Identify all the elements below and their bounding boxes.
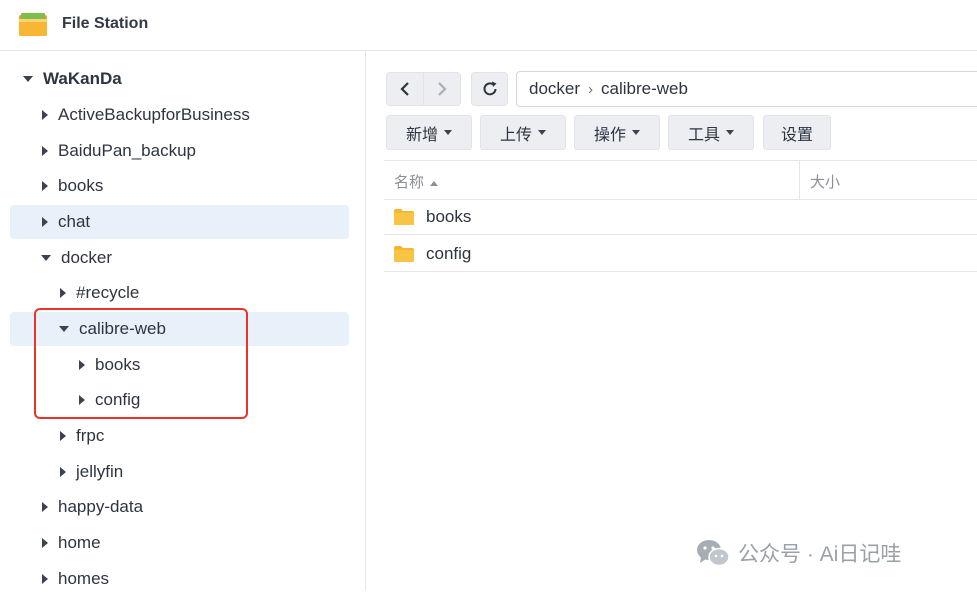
tree-item-jellyfin[interactable]: jellyfin <box>10 455 349 489</box>
caret-down-icon[interactable] <box>23 76 33 82</box>
title-bar: File Station <box>0 0 977 51</box>
upload-button[interactable]: 上传 <box>480 115 566 150</box>
caret-right-icon[interactable] <box>42 181 48 191</box>
folder-tree-sidebar[interactable]: WaKanDa ActiveBackupforBusiness BaiduPan… <box>0 51 366 591</box>
column-divider[interactable] <box>799 161 800 199</box>
chevron-left-icon <box>400 82 409 96</box>
chevron-right-icon <box>438 82 447 96</box>
file-row-books[interactable]: books <box>384 199 977 235</box>
tree-item-label: home <box>58 533 101 552</box>
tree-item-frpc[interactable]: frpc <box>10 419 349 453</box>
column-name-label: 名称 <box>394 174 425 191</box>
caret-right-icon[interactable] <box>42 538 48 548</box>
breadcrumb-segment-calibre-web[interactable]: calibre-web <box>601 79 688 99</box>
tree-item-label: frpc <box>76 426 105 445</box>
caret-right-icon[interactable] <box>60 431 66 441</box>
create-button[interactable]: 新增 <box>386 115 472 150</box>
tree-item-chat[interactable]: chat <box>10 205 349 239</box>
path-breadcrumb[interactable]: docker › calibre-web <box>516 71 977 107</box>
file-station-folder-icon <box>19 13 47 36</box>
forward-button[interactable] <box>423 72 461 106</box>
caret-down-icon <box>444 130 452 135</box>
tree-item-label: WaKanDa <box>43 69 122 88</box>
breadcrumb-segment-docker[interactable]: docker <box>529 79 580 99</box>
create-button-label: 新增 <box>405 126 438 144</box>
folder-icon <box>394 245 414 262</box>
tree-item-happy-data[interactable]: happy-data <box>10 490 349 524</box>
tree-item-label: docker <box>61 248 113 267</box>
file-name: config <box>426 243 472 263</box>
tree-item-home[interactable]: home <box>10 526 349 560</box>
tree-item-label: books <box>58 176 104 195</box>
settings-button[interactable]: 设置 <box>763 115 831 150</box>
caret-right-icon[interactable] <box>42 146 48 156</box>
caret-right-icon[interactable] <box>42 574 48 584</box>
breadcrumb-separator-icon: › <box>588 80 594 98</box>
tree-item-label: homes <box>58 569 110 588</box>
caret-down-icon <box>726 130 734 135</box>
tree-item-label: BaiduPan_backup <box>58 141 197 160</box>
tree-item-docker[interactable]: docker <box>10 241 349 275</box>
refresh-button[interactable] <box>471 72 508 106</box>
settings-button-label: 设置 <box>780 126 813 144</box>
caret-down-icon <box>538 130 546 135</box>
wechat-icon <box>697 540 730 567</box>
sort-ascending-icon <box>430 180 439 186</box>
tree-item-label: happy-data <box>58 497 144 516</box>
tree-item-baidupan-backup[interactable]: BaiduPan_backup <box>10 134 349 168</box>
tree-item-wakanda[interactable]: WaKanDa <box>10 62 349 96</box>
caret-right-icon[interactable] <box>42 502 48 512</box>
tools-button-label: 工具 <box>687 126 720 144</box>
file-row-config[interactable]: config <box>384 236 977 272</box>
main-panel: docker › calibre-web 新增 上传 操作 工具 设置 名称 大… <box>366 51 977 591</box>
tools-button[interactable]: 工具 <box>668 115 754 150</box>
back-button[interactable] <box>386 72 424 106</box>
upload-button-label: 上传 <box>499 126 532 144</box>
tree-item-books[interactable]: books <box>10 169 349 203</box>
caret-down-icon <box>632 130 640 135</box>
app-title: File Station <box>62 15 149 32</box>
watermark: 公众号 · Ai日记哇 <box>696 537 901 569</box>
caret-right-icon[interactable] <box>42 110 48 120</box>
action-button-label: 操作 <box>593 126 626 144</box>
annotation-highlight-box <box>34 308 248 419</box>
file-list-header: 名称 大小 <box>384 160 977 200</box>
tree-item-recycle[interactable]: #recycle <box>10 276 349 310</box>
column-header-size[interactable]: 大小 <box>810 171 840 192</box>
folder-icon <box>394 208 414 225</box>
tree-item-activebackupforbusiness[interactable]: ActiveBackupforBusiness <box>10 98 349 132</box>
watermark-text: 公众号 · Ai日记哇 <box>738 543 902 566</box>
file-name: books <box>426 206 472 226</box>
caret-right-icon[interactable] <box>60 288 66 298</box>
caret-right-icon[interactable] <box>60 467 66 477</box>
tree-item-label: ActiveBackupforBusiness <box>58 105 250 124</box>
caret-down-icon[interactable] <box>41 255 51 261</box>
column-header-name[interactable]: 名称 <box>394 171 439 192</box>
tree-item-label: chat <box>58 212 91 231</box>
action-button[interactable]: 操作 <box>574 115 660 150</box>
refresh-icon <box>483 81 496 96</box>
caret-right-icon[interactable] <box>42 217 48 227</box>
tree-item-label: #recycle <box>76 283 140 302</box>
tree-item-label: jellyfin <box>76 462 124 481</box>
